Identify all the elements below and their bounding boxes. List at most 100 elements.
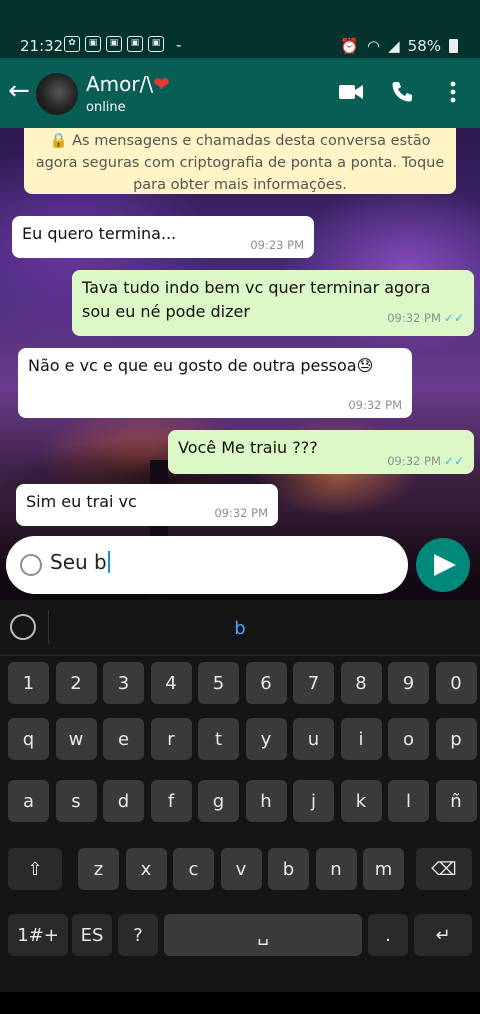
app-notification-icon: ▣	[85, 36, 101, 52]
key-c[interactable]: c	[173, 848, 214, 890]
key-q[interactable]: q	[8, 718, 49, 760]
battery-percent: 58%	[407, 37, 441, 55]
message-time: 09:32 PM	[214, 506, 268, 520]
key-i[interactable]: i	[340, 718, 382, 760]
key-7[interactable]: 7	[293, 662, 334, 704]
language-key[interactable]: ES	[72, 914, 112, 956]
key-r[interactable]: r	[150, 718, 192, 760]
read-ticks-icon: ✓✓	[443, 311, 464, 325]
app-notification-icon: ▣	[127, 36, 143, 52]
key-h[interactable]: h	[245, 780, 287, 822]
key-o[interactable]: o	[388, 718, 429, 760]
key-n[interactable]: n	[315, 848, 357, 890]
key-p[interactable]: p	[435, 718, 477, 760]
message-bubble-outgoing[interactable]: Tava tudo indo bem vc quer terminar agor…	[72, 270, 474, 336]
status-bar: 21:32 ✿ ▣ ▣ ▣ ▣ - ⏰ ◠ ◢ 58%	[0, 0, 480, 58]
contact-status: online	[86, 100, 126, 115]
message-text: Não e vc e que eu gosto de outra pessoa😓	[28, 356, 374, 375]
key-a[interactable]: a	[8, 780, 49, 822]
space-key[interactable]: ␣	[164, 914, 362, 956]
status-time: 21:32	[20, 37, 64, 55]
key-5[interactable]: 5	[198, 662, 239, 704]
message-bubble-incoming[interactable]: Eu quero termina... 09:23 PM	[12, 216, 314, 258]
key-2[interactable]: 2	[55, 662, 97, 704]
keyboard-toolbar: b	[0, 600, 480, 656]
message-time: 09:32 PM	[387, 311, 441, 325]
key-z[interactable]: z	[78, 848, 119, 890]
key-l[interactable]: l	[388, 780, 429, 822]
message-composer[interactable]: Seu b	[6, 536, 408, 594]
more-options-icon[interactable]	[448, 80, 458, 110]
signal-icon: ◢	[388, 37, 400, 55]
key-8[interactable]: 8	[340, 662, 382, 704]
notification-icons: ✿ ▣ ▣ ▣ ▣	[64, 36, 164, 52]
heart-emoji: ❤	[153, 72, 170, 96]
keyboard: b 1 2 3 4 5 6 7 8 9 0 q w e r t y u i o p a s d f g h j k l ñ ⇧ z x c v b n m…	[0, 600, 480, 992]
key-d[interactable]: d	[103, 780, 144, 822]
key-0[interactable]: 0	[435, 662, 477, 704]
key-6[interactable]: 6	[245, 662, 287, 704]
key-e[interactable]: e	[103, 718, 144, 760]
phone-call-icon[interactable]	[390, 80, 414, 110]
video-call-icon[interactable]	[338, 80, 364, 110]
key-s[interactable]: s	[55, 780, 97, 822]
key-g[interactable]: g	[198, 780, 239, 822]
wifi-icon: ◠	[367, 37, 381, 55]
message-time: 09:32 PM	[348, 398, 402, 412]
key-t[interactable]: t	[198, 718, 239, 760]
contact-avatar[interactable]	[36, 73, 78, 115]
message-meta: 09:32 PM ✓✓	[387, 454, 464, 468]
text-caret	[107, 551, 110, 573]
app-notification-icon: ▣	[148, 36, 164, 52]
read-ticks-icon: ✓✓	[443, 454, 464, 468]
send-icon	[434, 554, 456, 576]
symbols-key[interactable]: 1#+	[8, 914, 68, 956]
key-u[interactable]: u	[293, 718, 334, 760]
contact-name[interactable]: Amor/\❤	[86, 72, 170, 96]
message-input[interactable]: Seu b	[50, 550, 110, 574]
status-right: ⏰ ◠ ◢ 58%	[340, 37, 458, 55]
message-input-value: Seu b	[50, 550, 107, 574]
key-1[interactable]: 1	[8, 662, 49, 704]
battery-icon	[449, 39, 458, 53]
key-9[interactable]: 9	[388, 662, 429, 704]
question-key[interactable]: ?	[118, 914, 158, 956]
key-3[interactable]: 3	[103, 662, 144, 704]
shift-key[interactable]: ⇧	[8, 848, 62, 890]
period-key[interactable]: .	[368, 914, 408, 956]
chat-area[interactable]: 🔒 As mensagens e chamadas desta conversa…	[0, 128, 480, 600]
message-time: 09:23 PM	[250, 238, 304, 252]
encryption-notice[interactable]: 🔒 As mensagens e chamadas desta conversa…	[24, 128, 456, 194]
key-b[interactable]: b	[268, 848, 309, 890]
send-button[interactable]	[416, 538, 470, 592]
back-arrow-icon[interactable]: ←	[8, 78, 30, 104]
navigation-bar	[0, 992, 480, 1014]
key-m[interactable]: m	[363, 848, 404, 890]
key-f[interactable]: f	[150, 780, 192, 822]
enter-key[interactable]: ↵	[414, 914, 472, 956]
key-x[interactable]: x	[125, 848, 167, 890]
key-ñ[interactable]: ñ	[435, 780, 477, 822]
message-time: 09:32 PM	[387, 454, 441, 468]
key-y[interactable]: y	[245, 718, 287, 760]
alarm-icon: ⏰	[340, 37, 360, 55]
message-bubble-outgoing[interactable]: Você Me traiu ??? 09:32 PM ✓✓	[168, 430, 474, 474]
key-4[interactable]: 4	[150, 662, 192, 704]
encryption-notice-text: As mensagens e chamadas desta conversa e…	[35, 133, 445, 193]
message-bubble-incoming[interactable]: Não e vc e que eu gosto de outra pessoa😓…	[18, 348, 412, 418]
contact-name-text: Amor/\	[86, 72, 154, 96]
word-suggestion[interactable]: b	[0, 618, 480, 639]
chat-header: ← Amor/\❤ online	[0, 58, 480, 128]
status-dash: -	[176, 36, 182, 54]
key-j[interactable]: j	[293, 780, 334, 822]
key-v[interactable]: v	[220, 848, 262, 890]
app-notification-icon: ▣	[106, 36, 122, 52]
key-w[interactable]: w	[55, 718, 97, 760]
emoji-icon[interactable]	[20, 554, 42, 576]
backspace-key[interactable]: ⌫	[416, 848, 472, 890]
key-k[interactable]: k	[340, 780, 382, 822]
message-bubble-incoming[interactable]: Sim eu trai vc 09:32 PM	[16, 484, 278, 526]
message-meta: 09:32 PM ✓✓	[387, 306, 464, 330]
gallery-notification-icon: ✿	[64, 36, 80, 52]
lock-icon: 🔒	[49, 133, 68, 149]
